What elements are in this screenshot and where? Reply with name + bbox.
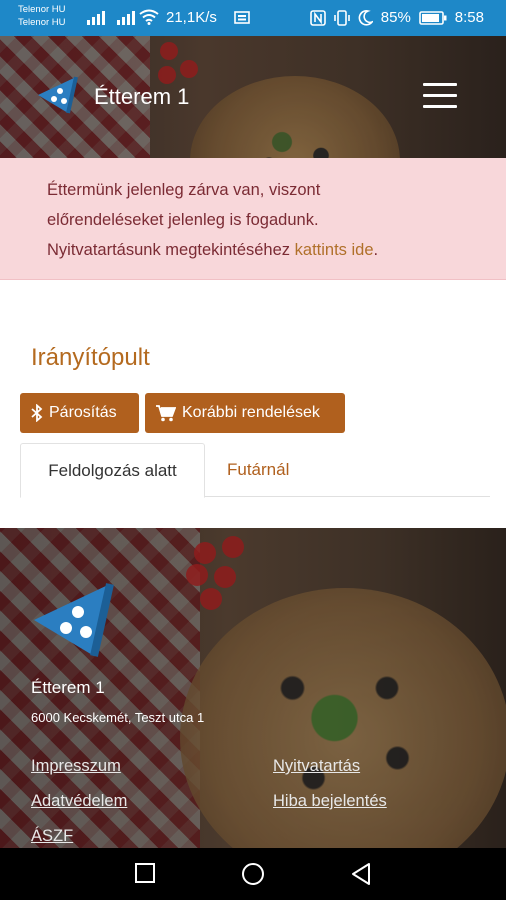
back-icon[interactable]: [350, 862, 372, 886]
bluetooth-icon: [31, 404, 43, 422]
previous-orders-button[interactable]: Korábbi rendelések: [145, 393, 345, 433]
alert-line-3: Nyitvatartásunk megtekintéséhez kattints…: [47, 241, 379, 259]
page-title: Irányítópult: [31, 344, 150, 371]
footer-restaurant-name: Étterem 1: [31, 678, 105, 697]
tomato-decoration: [200, 588, 222, 610]
terms-link[interactable]: ÁSZF: [31, 827, 73, 846]
alert-line-2: előrendeléseket jelenleg is fogadunk.: [47, 211, 319, 229]
carrier-1: Telenor HU: [18, 4, 66, 15]
footer-pizza-logo-icon: [34, 583, 114, 657]
moon-icon: [358, 9, 373, 26]
signal-icon-2: [117, 9, 135, 25]
header-background-pizza: [190, 76, 400, 158]
carrier-2: Telenor HU: [18, 17, 66, 28]
brand-name[interactable]: Étterem 1: [94, 84, 189, 110]
signal-icon-1: [87, 9, 105, 25]
tomato-decoration: [158, 66, 176, 84]
android-nav-bar: [0, 848, 506, 900]
carrier-labels: Telenor HU Telenor HU: [18, 3, 66, 29]
tomato-decoration: [186, 564, 208, 586]
recent-apps-icon[interactable]: [134, 862, 156, 884]
dashboard: Irányítópult Párosítás Korábbi rendelése…: [0, 280, 506, 528]
status-bar: Telenor HU Telenor HU 21,1K/s 85% 8:58: [0, 0, 506, 36]
site-header: Étterem 1: [0, 36, 506, 158]
vibrate-icon: [333, 9, 350, 26]
nfc-icon: [309, 9, 326, 26]
tomato-decoration: [160, 42, 178, 60]
privacy-link[interactable]: Adatvédelem: [31, 792, 127, 811]
status-right: 85% 8:58: [309, 9, 484, 26]
tab-processing[interactable]: Feldolgozás alatt: [20, 443, 205, 498]
order-tabs: Feldolgozás alatt Futárnál: [20, 443, 490, 498]
closed-alert: Éttermünk jelenleg zárva van, viszont el…: [0, 158, 506, 280]
pair-button[interactable]: Párosítás: [20, 393, 139, 433]
tomato-decoration: [194, 542, 216, 564]
imprint-link[interactable]: Impresszum: [31, 757, 121, 776]
opening-hours-link[interactable]: kattints ide: [295, 241, 374, 259]
tomato-decoration: [214, 566, 236, 588]
usb-icon: [234, 11, 250, 24]
pizza-logo-icon[interactable]: [36, 75, 80, 115]
footer-address: 6000 Kecskemét, Teszt utca 1: [31, 710, 205, 725]
opening-hours-footer-link[interactable]: Nyitvatartás: [273, 757, 360, 776]
network-speed: 21,1K/s: [166, 9, 217, 26]
tab-with-courier[interactable]: Futárnál: [227, 443, 289, 497]
alert-line-1: Éttermünk jelenleg zárva van, viszont: [47, 181, 321, 199]
tomato-decoration: [180, 60, 198, 78]
clock: 8:58: [454, 9, 484, 26]
wifi-icon: [139, 9, 159, 25]
home-icon[interactable]: [241, 862, 265, 886]
battery-percent: 85%: [380, 9, 411, 26]
report-error-link[interactable]: Hiba bejelentés: [273, 792, 387, 811]
tomato-decoration: [222, 536, 244, 558]
hamburger-menu-icon[interactable]: [423, 83, 457, 109]
battery-icon: [418, 10, 447, 25]
cart-icon: [156, 405, 176, 422]
site-footer: Étterem 1 6000 Kecskemét, Teszt utca 1 I…: [0, 528, 506, 848]
